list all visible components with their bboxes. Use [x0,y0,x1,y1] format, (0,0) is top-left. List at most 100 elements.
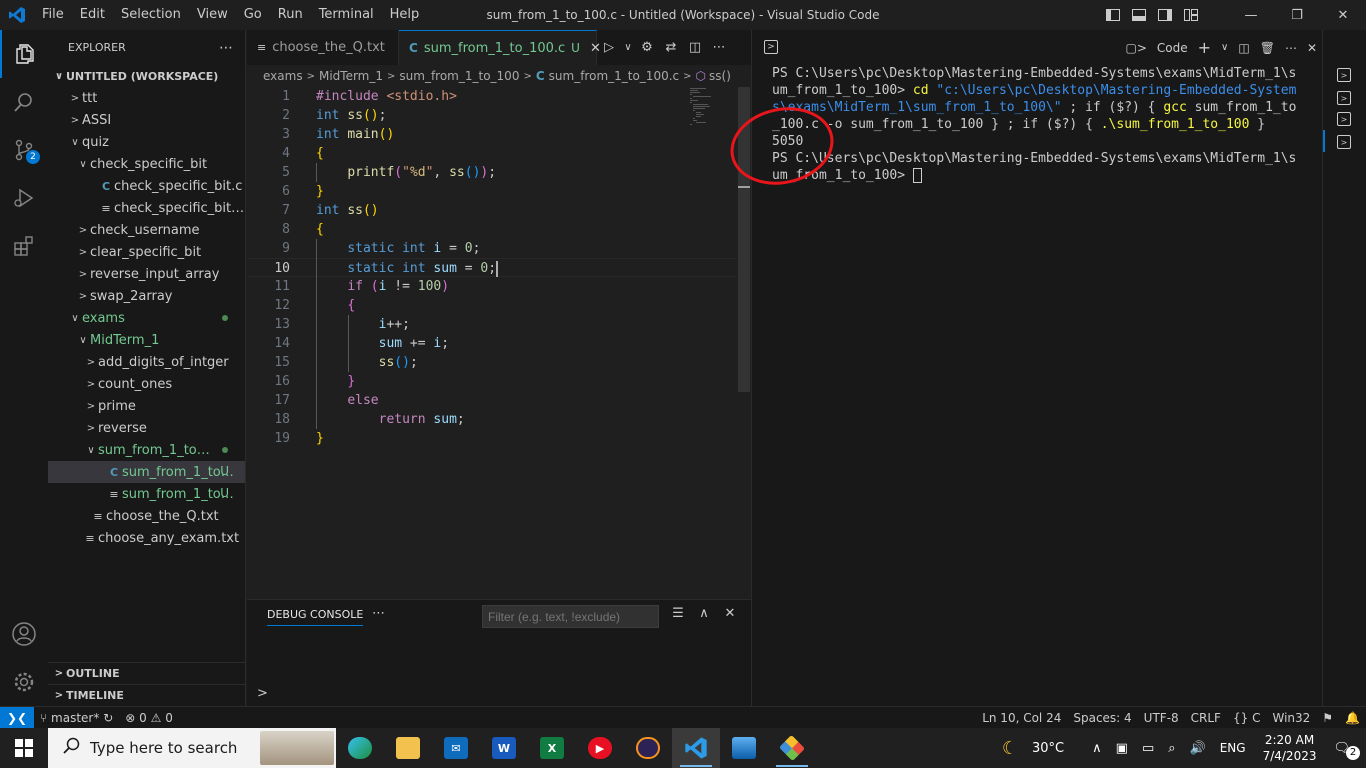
code-line[interactable]: 2 int ss(); [247,106,737,125]
tree-folder[interactable]: > prime [48,395,245,417]
customize-layout-icon[interactable] [1178,0,1204,30]
code-line[interactable]: 19} [247,429,737,448]
toggle-secondary-sidebar-icon[interactable] [1152,0,1178,30]
terminal-instance-icon[interactable]: > [1337,68,1351,82]
notifications-bell-icon[interactable]: 🔔 [1339,711,1366,725]
run-dropdown-icon[interactable]: ∨ [621,42,635,53]
code-line[interactable]: 15 ss(); [247,353,737,372]
code-line[interactable]: 17 else [247,391,737,410]
menu-run[interactable]: Run [270,0,311,30]
breadcrumb-item[interactable]: ss() [709,69,731,83]
compare-changes-icon[interactable]: ⇄ [659,40,683,55]
terminal-profile-icon[interactable]: ▢> [1120,41,1151,55]
line-ending[interactable]: CRLF [1185,711,1227,725]
terminal-instance-icon[interactable]: > [1337,135,1351,149]
vscode-icon[interactable] [672,728,720,768]
editor-scrollbar[interactable] [738,87,750,392]
terminal-line[interactable]: um_from_1_to_100> [772,167,922,184]
code-line[interactable]: 16 } [247,372,737,391]
code-line[interactable]: 5 printf("%d", ss()); [247,163,737,182]
extensions-icon[interactable] [0,222,48,270]
code-line[interactable]: 11 if (i != 100) [247,277,737,296]
tree-file[interactable]: ≡ choose_any_exam.txt [48,527,245,549]
branch-status[interactable]: ⑂ master* ↻ [34,711,119,725]
menu-file[interactable]: File [34,0,72,30]
code-line[interactable]: 6} [247,182,737,201]
code-editor[interactable]: 1 #include <stdio.h> 2 int ss(); 3 int main()… [247,87,751,599]
tab-choose-the-q[interactable]: ≡ choose_the_Q.txt [247,30,399,65]
close-window-icon[interactable]: ✕ [1320,0,1366,30]
tree-folder[interactable]: > ASSI [48,109,245,131]
minimize-icon[interactable]: — [1228,0,1274,30]
input-language[interactable]: ENG [1213,741,1253,755]
volume-icon[interactable]: 🔊 [1183,741,1213,756]
meet-now-icon[interactable]: ▣ [1109,741,1135,756]
restore-icon[interactable]: ❐ [1274,0,1320,30]
edge-icon[interactable] [336,728,384,768]
more-actions-icon[interactable]: ⋯ [372,606,385,621]
trash-icon[interactable]: 🗑 [1255,41,1280,55]
code-line[interactable]: 12 { [247,296,737,315]
eclipse-icon[interactable] [624,728,672,768]
feedback-icon[interactable]: ⚑ [1316,711,1339,725]
close-panel-icon[interactable]: ✕ [717,606,743,621]
code-line[interactable]: 8{ [247,220,737,239]
tree-folder[interactable]: ∨ quiz [48,131,245,153]
split-terminal-icon[interactable]: ◫ [1233,41,1254,55]
tree-folder[interactable]: > reverse [48,417,245,439]
menu-selection[interactable]: Selection [113,0,189,30]
notification-center-icon[interactable]: 🗨 2 [1326,741,1366,760]
tree-folder[interactable]: ∨ exams [48,307,245,329]
tree-file[interactable]: Csum_from_1_to_100.cU [48,461,245,483]
terminal-icon[interactable]: > [764,40,778,54]
encoding[interactable]: UTF-8 [1138,711,1185,725]
media-player-icon[interactable]: ▶ [576,728,624,768]
tree-folder[interactable]: > check_username [48,219,245,241]
close-icon[interactable]: ✕ [1302,41,1322,55]
clock[interactable]: 2:20 AM 7/4/2023 [1253,732,1327,764]
code-line[interactable]: 3 int main() [247,125,737,144]
split-editor-icon[interactable]: ◫ [683,40,707,55]
explorer-icon[interactable] [0,30,48,78]
menu-go[interactable]: Go [236,0,270,30]
breadcrumb-item[interactable]: sum_from_1_to_100 [399,69,519,83]
tree-file[interactable]: ≡sum_from_1_to_100.exeU [48,483,245,505]
mail-icon[interactable]: ✉ [432,728,480,768]
more-actions-icon[interactable]: ⋯ [1280,41,1302,55]
menu-help[interactable]: Help [382,0,428,30]
search-icon[interactable] [0,78,48,126]
tree-folder[interactable]: > reverse_input_array [48,263,245,285]
tree-folder[interactable]: > swap_2array [48,285,245,307]
code-line[interactable]: 18 return sum; [247,410,737,429]
terminal-instance-icon[interactable]: > [1337,91,1351,105]
code-line[interactable]: 10 static int sum = 0; [247,258,737,277]
wifi-icon[interactable]: ⌕ [1161,741,1182,756]
indentation[interactable]: Spaces: 4 [1067,711,1137,725]
menu-view[interactable]: View [189,0,236,30]
source-control-icon[interactable]: 2 [0,126,48,174]
code-line[interactable]: 1 #include <stdio.h> [247,87,737,106]
breadcrumb-item[interactable]: sum_from_1_to_100.c [549,69,679,83]
timeline-section[interactable]: > TIMELINE [48,684,245,706]
tree-file[interactable]: Ccheck_specific_bit.c [48,175,245,197]
breadcrumb-item[interactable]: exams [263,69,303,83]
code-line[interactable]: 9 static int i = 0; [247,239,737,258]
menu-terminal[interactable]: Terminal [311,0,382,30]
clear-console-icon[interactable]: ☰ [665,606,691,621]
tree-folder[interactable]: ∨ sum_from_1_to_100 [48,439,245,461]
tree-folder[interactable]: > add_digits_of_intger [48,351,245,373]
tree-folder[interactable]: > ttt [48,87,245,109]
terminal-profile-label[interactable]: Code [1152,41,1193,55]
toggle-panel-icon[interactable] [1126,0,1152,30]
toggle-primary-sidebar-icon[interactable] [1100,0,1126,30]
tree-file[interactable]: ≡ check_specific_bit.exe [48,197,245,219]
settings-gear-icon[interactable]: ⚙ [635,40,659,55]
new-terminal-icon[interactable]: + [1193,38,1216,57]
more-actions-icon[interactable]: ⋯ [707,40,731,55]
tree-file[interactable]: ≡ choose_the_Q.txt [48,505,245,527]
debug-filter-input[interactable] [482,605,659,628]
menu-edit[interactable]: Edit [72,0,113,30]
weather-moon-icon[interactable]: ☾ [995,738,1025,759]
outline-section[interactable]: > OUTLINE [48,662,245,684]
file-explorer-icon[interactable] [384,728,432,768]
